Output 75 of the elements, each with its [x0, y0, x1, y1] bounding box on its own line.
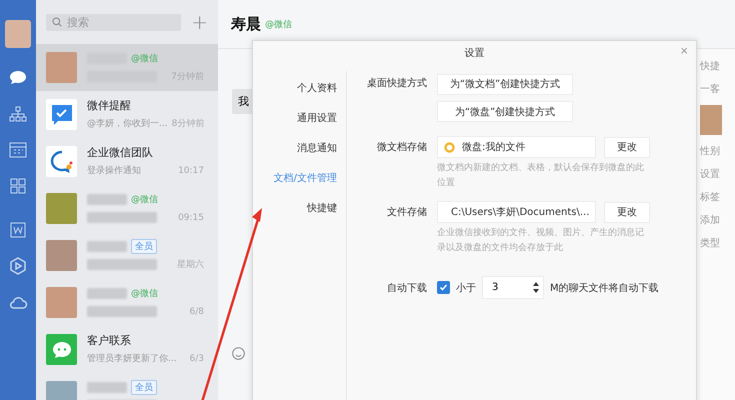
chat-time: 10:17 — [178, 166, 204, 176]
path-field[interactable]: 微盘:我的文件 — [437, 136, 596, 158]
side-label: 添加 — [700, 214, 721, 227]
chat-tag: 全员 — [131, 380, 157, 395]
settings-tab[interactable]: 消息通知 — [297, 140, 337, 157]
blurred-name — [87, 194, 127, 205]
search-icon — [52, 17, 62, 27]
side-label: 标签 — [700, 190, 721, 204]
chat-item[interactable]: 微伴提醒 @李妍，你收到一... 8分钟前 — [36, 91, 218, 138]
chat-name: 客户联系 — [87, 333, 131, 348]
number-spinner[interactable]: 3 — [482, 276, 544, 299]
path-field[interactable]: C:\Users\李妍\Documents\... — [437, 201, 596, 223]
blurred-name — [87, 241, 127, 252]
change-button[interactable]: 更改 — [604, 136, 650, 158]
conversation-title: 寿晨 — [231, 14, 261, 34]
check-message-icon — [46, 99, 77, 130]
spinner-arrows-icon[interactable] — [533, 282, 539, 293]
org-chart-icon — [8, 104, 28, 124]
photo-placeholder — [46, 287, 77, 318]
side-label: 性别 — [700, 144, 721, 158]
chat-tag: @微信 — [131, 193, 158, 206]
blurred-preview — [87, 259, 157, 270]
hint-text: 企业微信接收到的文件、视频、图片、产生的消息记录以及微盘的文件均会存放于此 — [437, 226, 645, 255]
chat-preview: 管理员李妍更新了你... — [87, 352, 178, 365]
change-button[interactable]: 更改 — [604, 202, 650, 222]
photo-placeholder — [700, 105, 722, 135]
checkbox[interactable] — [437, 281, 450, 294]
chat-time: 6/3 — [190, 354, 204, 364]
field-label: 自动下载 — [386, 282, 427, 294]
chat-name: 企业微信团队 — [87, 145, 153, 160]
contact-tag: @微信 — [265, 18, 292, 30]
chat-time: 8分钟前 — [172, 118, 204, 130]
blurred-preview — [87, 212, 157, 223]
download-rule-text: M的聊天文件将自动下载 — [550, 282, 659, 294]
photo-placeholder — [46, 52, 77, 83]
dialog-title: 设置 — [464, 46, 484, 60]
cloud-drive-icon — [444, 142, 455, 152]
chat-preview: 登录操作通知 — [87, 164, 142, 177]
calendar-icon — [8, 140, 28, 160]
chat-tag: @微信 — [131, 52, 158, 65]
blurred-name — [87, 288, 127, 299]
shortcut-button[interactable]: 为“微盘”创建快捷方式 — [437, 101, 573, 122]
field-label: 桌面快捷方式 — [366, 76, 427, 90]
settings-tab[interactable]: 快捷键 — [307, 200, 337, 217]
photo-placeholder — [46, 240, 77, 271]
side-label: 一客 — [700, 82, 721, 96]
grid-icon — [8, 176, 28, 196]
chat-tag: 全员 — [131, 239, 157, 254]
chat-tag: @微信 — [131, 287, 158, 300]
chat-time: 09:15 — [178, 212, 204, 222]
settings-tab[interactable]: 个人资料 — [297, 80, 337, 97]
side-label: 快捷 — [700, 60, 721, 73]
blurred-name — [87, 382, 127, 393]
side-label: 类型 — [700, 236, 721, 250]
hexagon-icon — [8, 256, 28, 276]
chat-bubble-logo-icon — [46, 146, 77, 177]
chat-name: 微伴提醒 — [87, 98, 131, 113]
field-label: 文件存储 — [386, 206, 427, 219]
photo-placeholder — [46, 193, 77, 224]
chat-item[interactable]: 客户联系 管理员李妍更新了你... 6/3 — [36, 326, 218, 373]
field-label: 微文档存储 — [376, 140, 427, 154]
checkbox-label: 小于 — [456, 282, 476, 294]
side-label: 设置 — [700, 168, 721, 181]
chat-item[interactable]: 企业微信团队 登录操作通知 10:17 — [36, 138, 218, 185]
shortcut-button[interactable]: 为“微文档”创建快捷方式 — [437, 74, 573, 94]
chat-time: 星期六 — [177, 258, 204, 271]
chat-preview: @李妍，你收到一... — [87, 118, 168, 130]
checkmark-icon — [439, 283, 448, 292]
emoji-icon[interactable] — [232, 347, 245, 360]
document-icon — [8, 220, 28, 240]
speech-bubble-icon — [46, 334, 77, 365]
blurred-preview — [87, 306, 157, 317]
chat-time: 6/8 — [190, 306, 204, 316]
settings-tab[interactable]: 通用设置 — [297, 110, 337, 127]
hint-text: 微文档内新建的文档、表格，默认会保存到微盘的此位置 — [437, 162, 645, 190]
